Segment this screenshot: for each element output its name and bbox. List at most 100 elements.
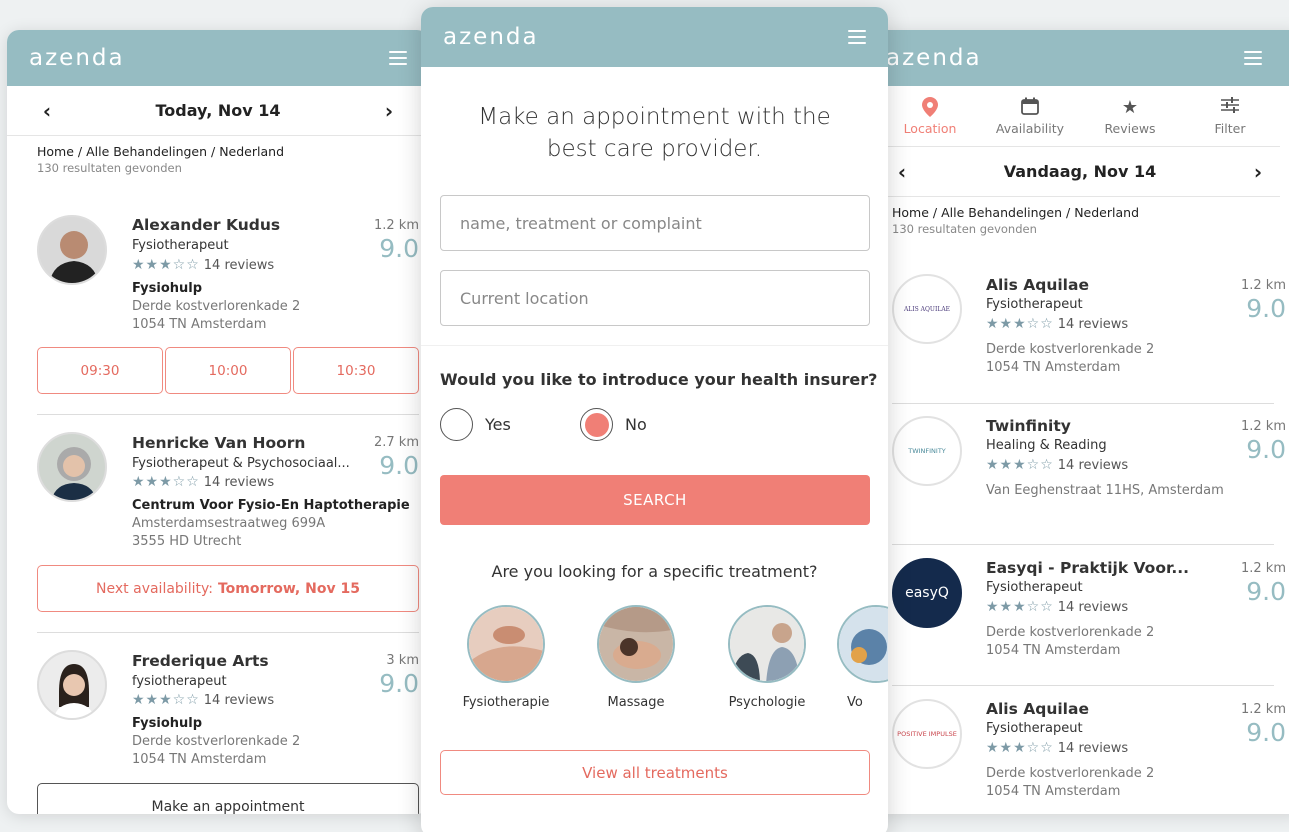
provider-card[interactable]: ALIS AQUILAE Alis Aquilae Fysiotherapeut… [892, 258, 1286, 404]
insurer-yes-option[interactable]: Yes [440, 408, 511, 441]
location-pin-icon [922, 96, 938, 119]
review-count[interactable]: 14 reviews [1058, 317, 1128, 332]
provider-logo-text: TWINFINITY [908, 447, 946, 455]
treatment-image [597, 605, 675, 683]
app-header: azenda [7, 30, 429, 86]
next-day-chevron-icon[interactable]: › [379, 99, 399, 123]
provider-score: 9.0 [1246, 435, 1286, 464]
address-line-1: Derde kostverlorenkade 2 [986, 625, 1155, 640]
review-count[interactable]: 14 reviews [204, 693, 274, 708]
breadcrumb-path[interactable]: Home / Alle Behandelingen / Nederland [892, 205, 1270, 220]
app-header: azenda [421, 7, 888, 67]
distance: 1.2 km [1241, 419, 1286, 434]
distance: 1.2 km [1241, 278, 1286, 293]
review-count[interactable]: 14 reviews [204, 258, 274, 273]
radio-no-label: No [625, 415, 647, 434]
address-line-1: Derde kostverlorenkade 2 [986, 342, 1155, 357]
provider-name[interactable]: Alis Aquilae [986, 700, 1089, 718]
tab-location[interactable]: Location [880, 86, 980, 146]
next-availability-date: Tomorrow, Nov 15 [217, 580, 360, 597]
calendar-icon [1021, 97, 1039, 119]
insurer-no-option[interactable]: No [580, 408, 647, 441]
tab-label: Availability [995, 120, 1065, 136]
next-availability-button[interactable]: Next availability: Tomorrow, Nov 15 [37, 565, 419, 612]
date-title: Today, Nov 14 [155, 101, 281, 120]
treatment-massage[interactable]: Massage [576, 605, 696, 710]
prev-day-chevron-icon[interactable]: ‹ [892, 160, 912, 184]
brand-logo: azenda [886, 45, 982, 71]
provider-logo: easyQ [892, 558, 962, 628]
time-slot-button[interactable]: 09:30 [37, 347, 163, 394]
provider-logo-text: easyQ [905, 585, 949, 601]
provider-logo: ALIS AQUILAE [892, 274, 962, 344]
provider-card[interactable]: easyQ Easyqi - Praktijk Voor... Fysiothe… [892, 545, 1286, 686]
treatment-label: Fysiotherapie [462, 695, 550, 710]
search-input[interactable] [440, 195, 870, 251]
prev-day-chevron-icon[interactable]: ‹ [37, 99, 57, 123]
distance: 1.2 km [374, 218, 419, 233]
provider-card[interactable]: Alexander Kudus Fysiotherapeut ★★★☆☆ 14 r… [37, 200, 419, 415]
provider-card[interactable]: TWINFINITY Twinfinity Healing & Reading … [892, 404, 1286, 545]
provider-name[interactable]: Twinfinity [986, 417, 1071, 435]
tab-availability[interactable]: Availability [980, 86, 1080, 146]
provider-avatar [37, 432, 107, 502]
star-icon: ★ [1121, 96, 1139, 118]
time-slot-button[interactable]: 10:00 [165, 347, 291, 394]
provider-card[interactable]: Henricke Van Hoorn Fysiotherapeut & Psyc… [37, 415, 419, 633]
review-count[interactable]: 14 reviews [1058, 458, 1128, 473]
center-screen: azenda Make an appointment with the best… [421, 7, 888, 832]
hamburger-menu-icon[interactable] [1244, 51, 1262, 65]
next-availability-label: Next availability: [96, 580, 213, 597]
provider-logo: TWINFINITY [892, 416, 962, 486]
left-screen: azenda ‹ Today, Nov 14 › Home / Alle Beh… [7, 30, 429, 814]
treatment-image [837, 605, 888, 683]
filter-sliders-icon [1221, 96, 1239, 119]
date-navigator: ‹ Today, Nov 14 › [7, 86, 429, 136]
address-line-2: 1054 TN Amsterdam [986, 360, 1121, 375]
next-day-chevron-icon[interactable]: › [1248, 160, 1268, 184]
provider-score: 9.0 [379, 669, 419, 698]
breadcrumb: Home / Alle Behandelingen / Nederland 13… [880, 197, 1289, 236]
treatment-image [728, 605, 806, 683]
view-all-treatments-button[interactable]: View all treatments [440, 750, 870, 795]
provider-name[interactable]: Frederique Arts [132, 652, 269, 670]
provider-role: fysiotherapeut [132, 674, 227, 689]
provider-name[interactable]: Easyqi - Praktijk Voor... [986, 559, 1189, 577]
hero-heading: Make an appointment with the best care p… [478, 104, 831, 162]
review-count[interactable]: 14 reviews [1058, 600, 1128, 615]
provider-card[interactable]: POSITIVE IMPULSE Alis Aquilae Fysiothera… [892, 686, 1286, 814]
location-input[interactable] [440, 270, 870, 326]
treatment-label: Psychologie [728, 695, 806, 710]
make-appointment-button[interactable]: Make an appointment [37, 783, 419, 814]
provider-name[interactable]: Alis Aquilae [986, 276, 1089, 294]
app-header: azenda [880, 30, 1289, 86]
address-line-1: Derde kostverlorenkade 2 [132, 299, 301, 314]
clinic-name: Fysiohulp [132, 281, 203, 296]
provider-role: Fysiotherapeut & Psychosociaal... [132, 456, 350, 471]
distance: 1.2 km [1241, 702, 1286, 717]
filter-tabs: Location Availability ★ Reviews Filter [880, 86, 1280, 147]
provider-name[interactable]: Alexander Kudus [132, 216, 280, 234]
breadcrumb-path[interactable]: Home / Alle Behandelingen / Nederland [37, 144, 399, 159]
radio-yes[interactable] [440, 408, 473, 441]
tab-reviews[interactable]: ★ Reviews [1080, 86, 1180, 146]
provider-name[interactable]: Henricke Van Hoorn [132, 434, 305, 452]
radio-no[interactable] [580, 408, 613, 441]
rating-stars: ★★★☆☆ 14 reviews [132, 257, 275, 273]
review-count[interactable]: 14 reviews [1058, 741, 1128, 756]
hamburger-menu-icon[interactable] [848, 30, 866, 44]
treatment-partial[interactable]: Vo [837, 605, 888, 710]
search-button[interactable]: SEARCH [440, 475, 870, 525]
treatment-fysiotherapie[interactable]: Fysiotherapie [446, 605, 566, 710]
provider-card[interactable]: Frederique Arts fysiotherapeut ★★★☆☆ 14 r… [37, 633, 419, 814]
treatment-psychologie[interactable]: Psychologie [707, 605, 827, 710]
hamburger-menu-icon[interactable] [389, 51, 407, 65]
address-line-1: Derde kostverlorenkade 2 [132, 734, 301, 749]
address-line-1: Van Eeghenstraat 11HS, Amsterdam [986, 483, 1224, 498]
tab-filter[interactable]: Filter [1180, 86, 1280, 146]
treatment-image [467, 605, 545, 683]
time-slot-button[interactable]: 10:30 [293, 347, 419, 394]
clinic-name: Centrum Voor Fysio-En Haptotherapie [132, 498, 410, 513]
rating-stars: ★★★☆☆ 14 reviews [132, 474, 275, 490]
review-count[interactable]: 14 reviews [204, 475, 274, 490]
